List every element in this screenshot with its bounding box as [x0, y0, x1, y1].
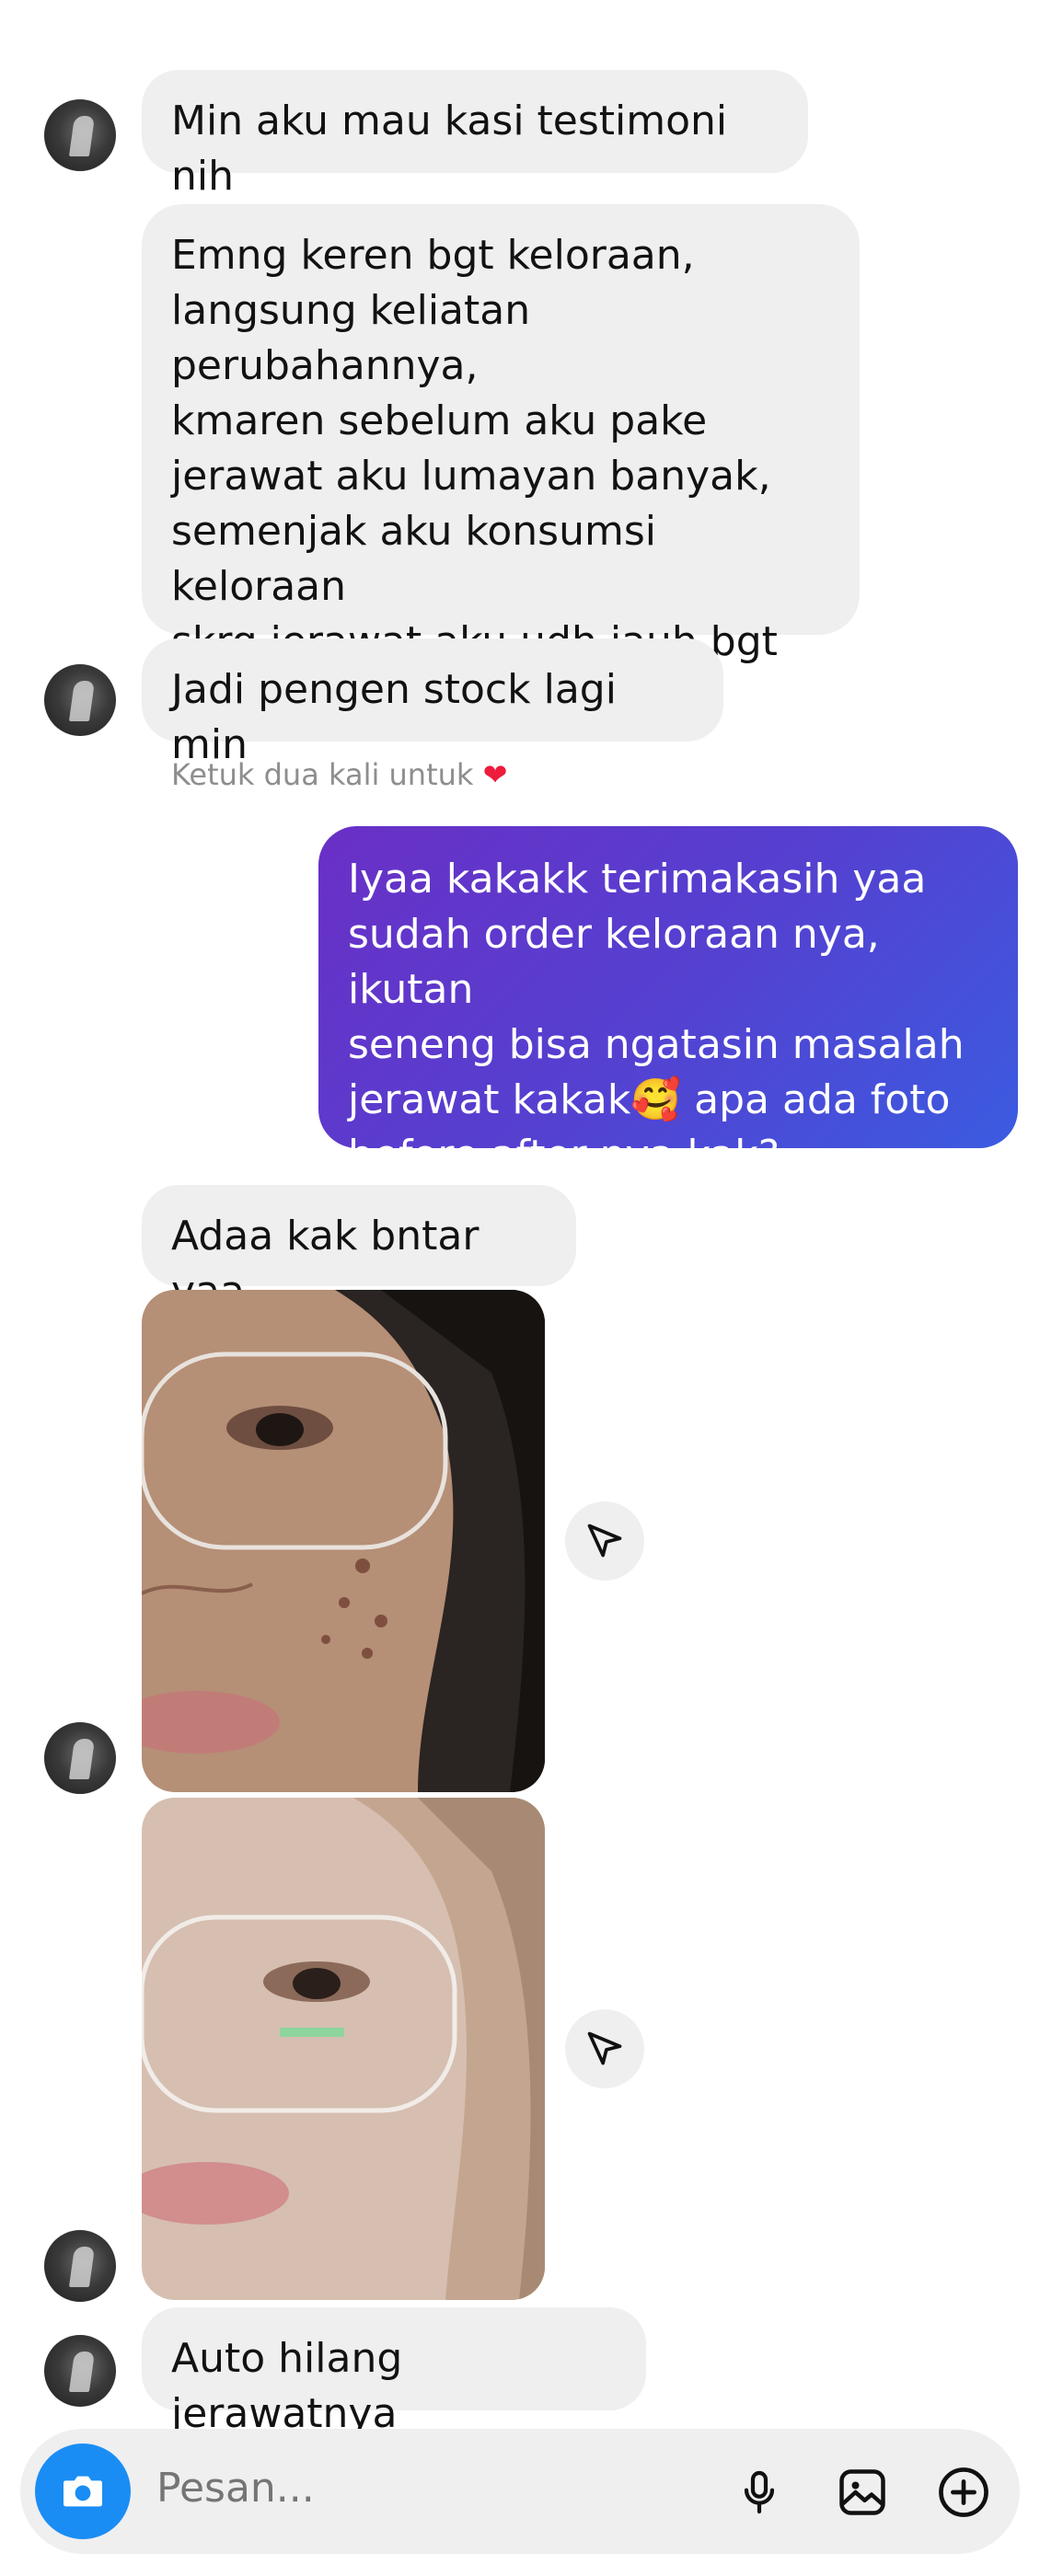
- share-button[interactable]: [565, 2009, 644, 2088]
- heart-icon: ❤: [482, 757, 508, 792]
- camera-button[interactable]: [35, 2444, 131, 2539]
- microphone-button[interactable]: [727, 2460, 792, 2524]
- message-text: Jadi pengen stock lagi min: [171, 666, 617, 768]
- avatar[interactable]: [44, 2230, 116, 2302]
- message-bubble-incoming[interactable]: Auto hilang jerawatnya: [142, 2307, 646, 2437]
- before-photo[interactable]: [142, 1290, 545, 1792]
- add-circle-icon: [939, 2467, 988, 2517]
- add-button[interactable]: [931, 2460, 996, 2524]
- send-icon: [587, 2031, 622, 2065]
- share-button[interactable]: [565, 1501, 644, 1581]
- hint-text: Ketuk dua kali untuk: [171, 757, 474, 792]
- gallery-icon: [839, 2469, 885, 2515]
- avatar[interactable]: [44, 2335, 116, 2407]
- message-bubble-incoming[interactable]: Jadi pengen stock lagi min: [142, 638, 723, 768]
- gallery-button[interactable]: [830, 2460, 895, 2524]
- message-bubble-outgoing[interactable]: Iyaa kakakk terimakasih yaa sudah order …: [318, 826, 1018, 1179]
- send-icon: [587, 1524, 622, 1558]
- double-tap-hint: Ketuk dua kali untuk ❤: [171, 757, 507, 792]
- avatar[interactable]: [44, 99, 116, 171]
- message-bubble-incoming[interactable]: Adaa kak bntar yaa: [142, 1185, 576, 1315]
- message-bubble-incoming[interactable]: Emng keren bgt keloraan, langsung keliat…: [142, 204, 860, 720]
- after-photo[interactable]: [142, 1798, 545, 2300]
- microphone-icon: [744, 2470, 775, 2514]
- message-text: Min aku mau kasi testimoni nih: [171, 98, 728, 200]
- avatar[interactable]: [44, 1722, 116, 1794]
- message-bubble-incoming[interactable]: Min aku mau kasi testimoni nih: [142, 70, 808, 200]
- message-text: Auto hilang jerawatnya: [171, 2335, 403, 2437]
- message-input[interactable]: [155, 2464, 674, 2513]
- camera-icon: [64, 2476, 102, 2507]
- avatar[interactable]: [44, 664, 116, 736]
- message-composer: [20, 2429, 1020, 2554]
